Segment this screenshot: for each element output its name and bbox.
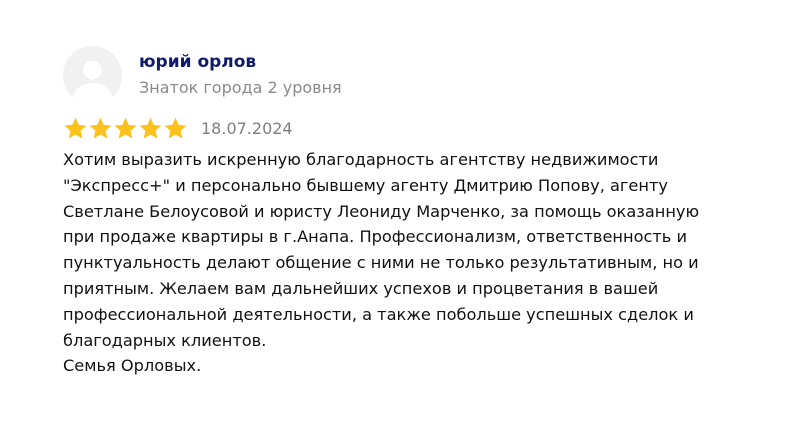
review-text: Хотим выразить искренную благодарность а… (63, 147, 753, 379)
review-text-line: благодарных клиентов. (63, 330, 267, 350)
star-icon (114, 117, 137, 139)
review-text-line: Хотим выразить искренную благодарность а… (63, 150, 659, 169)
star-rating (63, 116, 188, 142)
review-text-line: приятным. Желаем вам дальнейших успехов … (63, 278, 659, 298)
star-icon (89, 117, 112, 139)
author-name[interactable]: юрий орлов (139, 52, 256, 72)
review-text-line: Семья Орловых. (63, 356, 202, 376)
review-text-line: при продаже квартиры в г.Анапа. Професси… (63, 227, 688, 247)
author-level: Знаток города 2 уровня (139, 78, 342, 97)
review-text-line: "Экспресс+" и персонально бывшему агенту… (63, 175, 668, 195)
review-text-line: Светлане Белоусовой и юристу Леониду Мар… (63, 201, 700, 221)
star-icon (64, 117, 87, 139)
review-card: юрий орлов Знаток города 2 уровня 18.07.… (0, 0, 803, 432)
review-text-line: профессиональной деятельности, а также п… (63, 304, 694, 324)
review-date: 18.07.2024 (201, 119, 293, 138)
review-text-line: пунктуальность делают общение с ними не … (63, 253, 699, 273)
star-icon (164, 117, 187, 139)
star-icon (139, 117, 162, 139)
user-silhouette-icon (63, 46, 122, 105)
avatar[interactable] (63, 46, 122, 105)
